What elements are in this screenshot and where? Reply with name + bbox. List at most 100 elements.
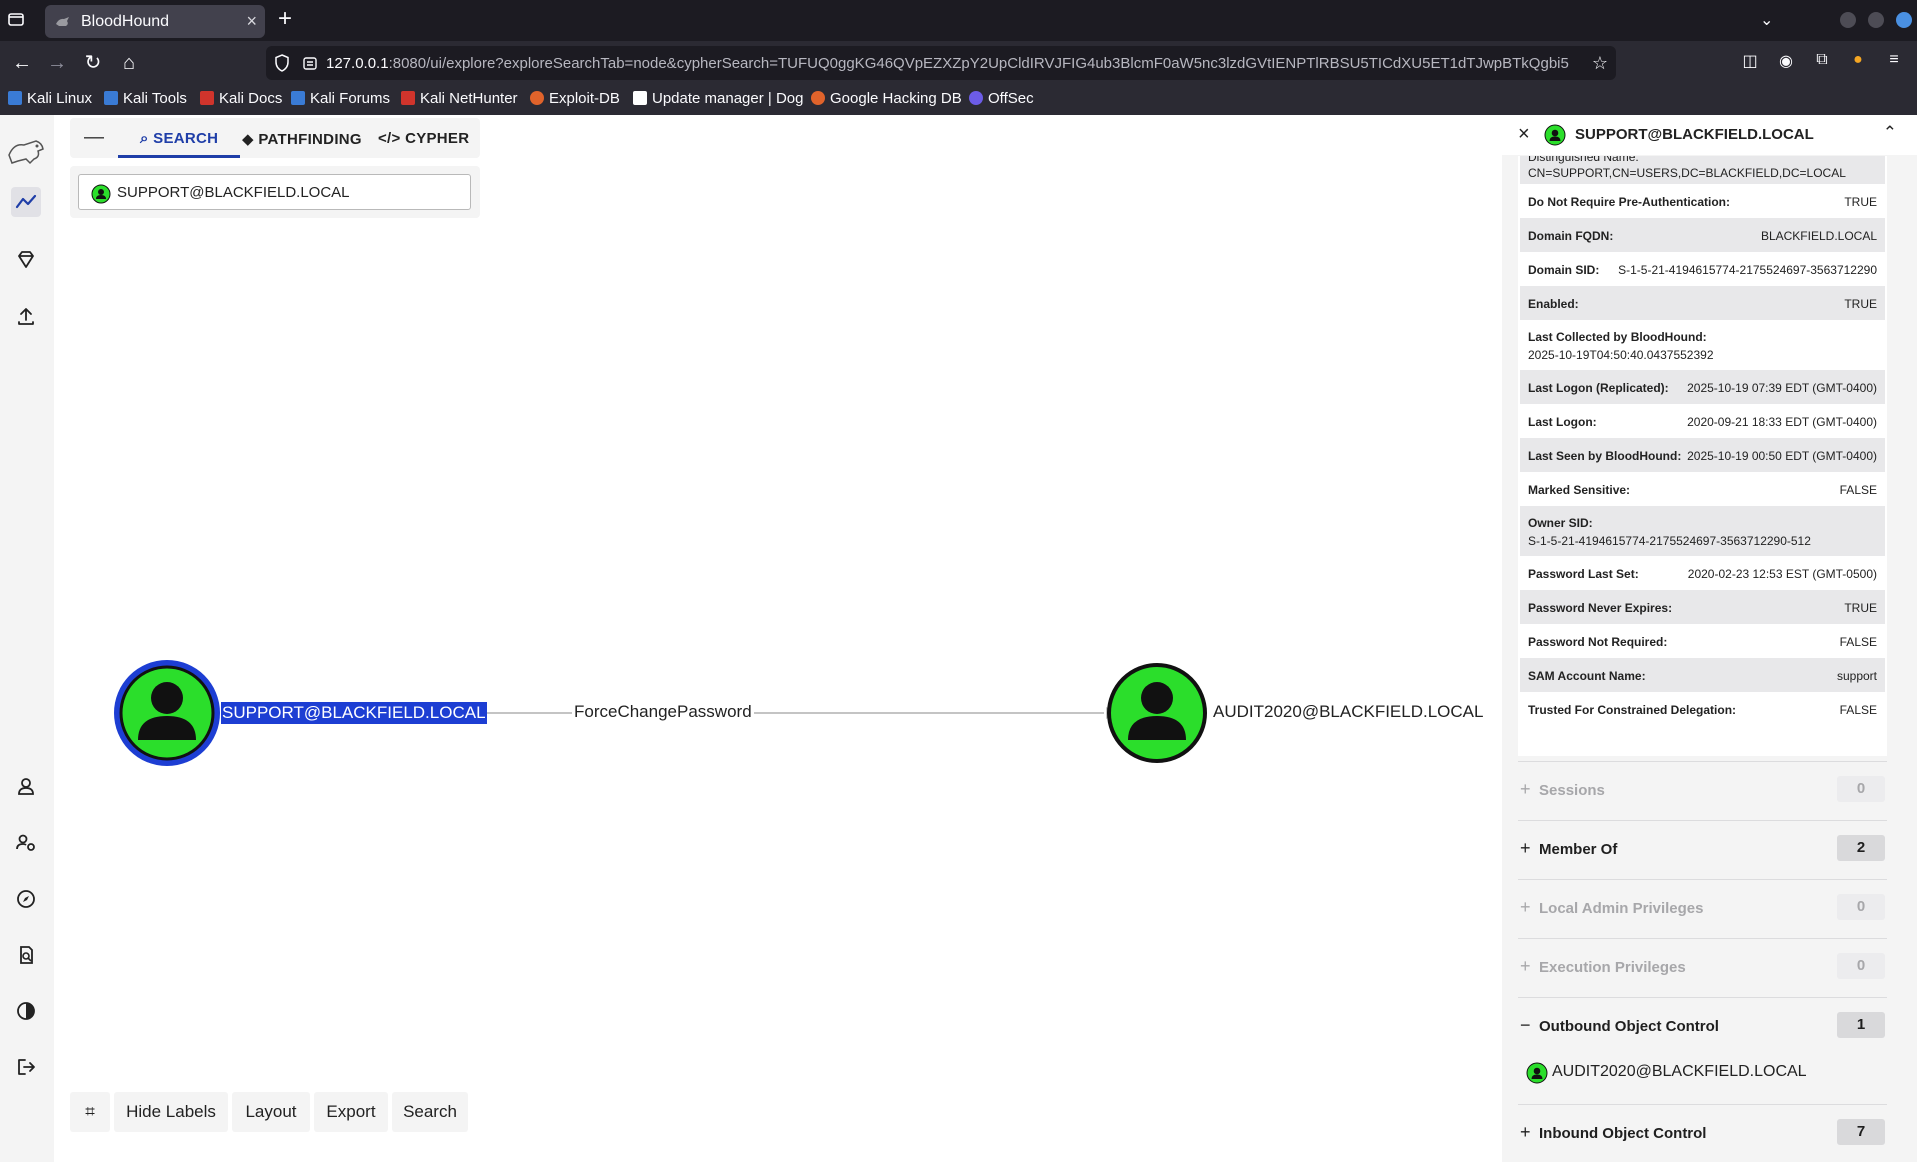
new-tab-icon[interactable]: + [278, 5, 292, 33]
property-row: Enabled: TRUE [1520, 286, 1885, 320]
section-inbound-object-control[interactable]: + Inbound Object Control 7 [1518, 1104, 1887, 1162]
tab-cypher[interactable]: </> CYPHER [378, 130, 469, 147]
section-sessions[interactable]: + Sessions 0 [1518, 761, 1887, 819]
edge-label[interactable]: ForceChangePassword [572, 702, 754, 722]
user-node-icon [1544, 124, 1566, 146]
outbound-object-item[interactable]: AUDIT2020@BLACKFIELD.LOCAL [1526, 1061, 1917, 1087]
forward-icon[interactable]: → [45, 51, 69, 75]
shield-icon[interactable] [274, 54, 290, 72]
kali-dragon-icon [8, 91, 22, 105]
property-value: BLACKFIELD.LOCAL [1760, 229, 1877, 243]
bookmark-exploit-db[interactable]: Exploit-DB [530, 90, 620, 107]
property-row: Trusted For Constrained Delegation: FALSE [1520, 692, 1885, 726]
upload-icon[interactable] [11, 301, 41, 331]
node-search-input[interactable]: SUPPORT@BLACKFIELD.LOCAL [78, 174, 471, 210]
bookmark-kali-linux[interactable]: Kali Linux [8, 90, 92, 107]
crop-icon[interactable]: ⌗ [70, 1092, 110, 1132]
bookmark-offsec[interactable]: OffSec [969, 90, 1034, 107]
browser-nav-bar: ← → ↻ ⌂ 127.0.0.1:8080/ui/explore?explor… [0, 41, 1917, 85]
left-nav-rail [0, 115, 54, 1162]
user-settings-icon[interactable] [11, 828, 41, 858]
close-icon[interactable]: × [1518, 123, 1530, 146]
url-text[interactable]: 127.0.0.1:8080/ui/explore?exploreSearchT… [326, 55, 1576, 72]
outbound-object-label: AUDIT2020@BLACKFIELD.LOCAL [1552, 1063, 1807, 1080]
collapse-section-icon[interactable]: − [1520, 1015, 1531, 1036]
chevron-down-icon[interactable]: ⌄ [1760, 10, 1773, 30]
pocket-icon[interactable]: ◫ [1739, 51, 1761, 73]
search-button[interactable]: Search [392, 1092, 468, 1132]
menu-icon[interactable]: ≡ [1883, 51, 1905, 73]
reload-icon[interactable]: ↻ [81, 51, 105, 75]
back-icon[interactable]: ← [10, 51, 34, 75]
page-info-icon[interactable] [302, 54, 318, 72]
property-row: Do Not Require Pre-Authentication: TRUE [1520, 184, 1885, 218]
kali-docs-icon [200, 91, 214, 105]
section-divider [1518, 997, 1887, 998]
section-member-of[interactable]: + Member Of 2 [1518, 820, 1887, 878]
diamond-icon[interactable] [11, 245, 41, 275]
minimize-window-icon[interactable] [1840, 12, 1856, 28]
layout-button[interactable]: Layout [232, 1092, 310, 1132]
user-icon[interactable] [11, 772, 41, 802]
tab-list-icon[interactable] [6, 9, 26, 29]
section-local-admin-privileges[interactable]: + Local Admin Privileges 0 [1518, 879, 1887, 937]
hide-labels-button[interactable]: Hide Labels [114, 1092, 228, 1132]
home-icon[interactable]: ⌂ [117, 51, 141, 75]
property-value: S-1-5-21-4194615774-2175524697-356371229… [1528, 534, 1811, 548]
bookmark-kali-nethunter[interactable]: Kali NetHunter [401, 90, 518, 107]
expand-icon[interactable]: + [1520, 838, 1531, 859]
foxyproxy-icon[interactable]: ● [1847, 51, 1869, 73]
section-label: Execution Privileges [1539, 959, 1686, 976]
graph-canvas[interactable]: SUPPORT@BLACKFIELD.LOCAL ForceChangePass… [54, 115, 1500, 1162]
collapse-icon[interactable]: ⌃ [1883, 123, 1897, 143]
section-divider [1518, 820, 1887, 821]
search-panel-tabs: — ⌕ SEARCH ◆ PATHFINDING </> CYPHER [70, 118, 480, 158]
close-tab-icon[interactable]: × [246, 11, 257, 32]
pathfinding-icon: ◆ [242, 131, 254, 148]
active-tab-indicator [118, 155, 240, 158]
graph-node-target[interactable] [1107, 663, 1207, 763]
section-outbound-object-control[interactable]: − Outbound Object Control 1 [1518, 997, 1887, 1055]
bookmark-star-icon[interactable]: ☆ [1592, 53, 1608, 74]
compass-icon[interactable] [11, 884, 41, 914]
bookmark-google-hacking-db[interactable]: Google Hacking DB [811, 90, 962, 107]
extensions-icon[interactable]: ⧉ [1811, 51, 1833, 73]
explore-icon[interactable] [11, 187, 41, 217]
expand-icon[interactable]: + [1520, 897, 1531, 918]
expand-icon[interactable]: + [1520, 779, 1531, 800]
offsec-icon [969, 91, 983, 105]
section-divider [1518, 879, 1887, 880]
expand-icon[interactable]: + [1520, 956, 1531, 977]
bloodhound-logo-icon[interactable] [6, 133, 46, 169]
export-button[interactable]: Export [314, 1092, 388, 1132]
url-bar[interactable]: 127.0.0.1:8080/ui/explore?exploreSearchT… [266, 46, 1616, 80]
user-node-icon [91, 184, 111, 204]
expand-icon[interactable]: + [1520, 1122, 1531, 1143]
section-label: Outbound Object Control [1539, 1018, 1719, 1035]
property-value: FALSE [1839, 635, 1877, 649]
logout-icon[interactable] [11, 1052, 41, 1082]
property-key: Do Not Require Pre-Authentication: [1528, 195, 1731, 209]
minimize-panel-icon[interactable]: — [84, 126, 104, 149]
bookmark-kali-docs[interactable]: Kali Docs [200, 90, 282, 107]
bookmark-update-manager[interactable]: Update manager | Dog [633, 90, 804, 107]
section-label: Member Of [1539, 841, 1618, 858]
bookmark-kali-forums[interactable]: Kali Forums [291, 90, 390, 107]
target-node-label[interactable]: AUDIT2020@BLACKFIELD.LOCAL [1213, 702, 1483, 722]
section-execution-privileges[interactable]: + Execution Privileges 0 [1518, 938, 1887, 996]
tab-pathfinding[interactable]: ◆ PATHFINDING [242, 130, 362, 148]
section-count: 1 [1837, 1012, 1885, 1038]
bookmark-label: Kali Docs [219, 90, 283, 107]
maximize-window-icon[interactable] [1868, 12, 1884, 28]
tab-search[interactable]: ⌕ SEARCH [140, 130, 218, 147]
nethunter-icon [401, 91, 415, 105]
bookmark-kali-tools[interactable]: Kali Tools [104, 90, 187, 107]
browser-tab[interactable]: BloodHound × [45, 5, 265, 38]
graph-node-source[interactable] [114, 660, 220, 766]
close-window-icon[interactable] [1896, 12, 1912, 28]
source-node-label[interactable]: SUPPORT@BLACKFIELD.LOCAL [221, 702, 487, 724]
account-icon[interactable]: ◉ [1775, 51, 1797, 73]
search-document-icon[interactable] [11, 940, 41, 970]
property-value: TRUE [1844, 195, 1877, 209]
dark-mode-icon[interactable] [11, 996, 41, 1026]
